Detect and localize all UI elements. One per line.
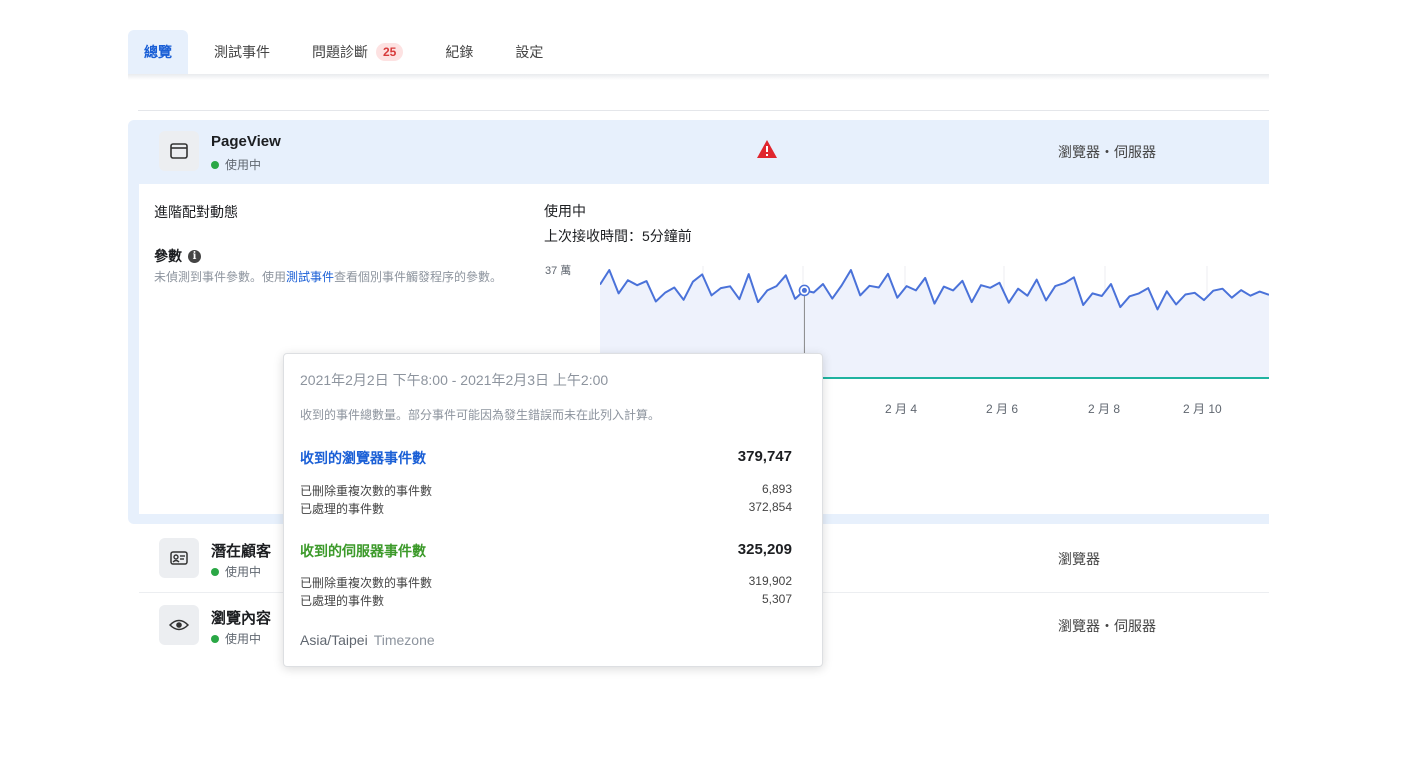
- x-tick-label: 2 月 8: [1088, 402, 1121, 416]
- status-dot-icon: [211, 634, 219, 643]
- tooltip-note: 收到的事件總數量。部分事件可能因為發生錯誤而未在此列入計算。: [300, 408, 661, 422]
- tab-history[interactable]: 紀錄: [429, 30, 489, 74]
- tooltip-date-range: 2021年2月2日 下午8:00 - 2021年2月3日 上午2:00: [300, 372, 609, 388]
- status-label: 使用中: [225, 158, 262, 172]
- parameters-label: 參數: [154, 248, 182, 264]
- tab-test-events[interactable]: 測試事件: [198, 30, 286, 74]
- tab-label: 問題診斷: [312, 44, 368, 60]
- tab-label: 總覽: [144, 44, 172, 60]
- status-label: 使用中: [225, 632, 262, 646]
- tab-label: 紀錄: [445, 44, 474, 60]
- status-dot-icon: [211, 160, 219, 169]
- tab-diagnostics[interactable]: 問題診斷 25: [296, 30, 419, 74]
- server-events-total: 325,209: [737, 541, 792, 558]
- info-icon[interactable]: i: [188, 249, 201, 263]
- x-tick-label: 2 月 4: [885, 402, 918, 416]
- tab-bar: 總覽 測試事件 問題診斷 25 紀錄 設定: [128, 30, 569, 74]
- event-sources: 瀏覽器: [1058, 551, 1100, 567]
- tab-settings[interactable]: 設定: [499, 30, 559, 74]
- browser-events-title: 收到的瀏覽器事件數: [300, 450, 426, 466]
- test-events-link[interactable]: 測試事件: [286, 270, 334, 284]
- tab-bar-shadow: [128, 74, 1269, 80]
- diagnostics-count-badge: 25: [376, 43, 404, 61]
- browser-events-total: 379,747: [737, 448, 792, 465]
- warning-icon[interactable]: [756, 139, 778, 164]
- status-dot-icon: [211, 567, 219, 576]
- advanced-matching-label: 進階配對動態: [154, 204, 238, 220]
- server-dedup-value: 319,902: [748, 574, 792, 588]
- event-status: 使用中: [211, 563, 261, 580]
- event-status: 使用中: [211, 630, 261, 647]
- eye-icon: [159, 605, 199, 645]
- browser-processed-label: 已處理的事件數: [300, 502, 385, 516]
- event-name[interactable]: 瀏覽內容: [211, 607, 271, 628]
- x-tick-label: 2 月 6: [986, 402, 1019, 416]
- browser-hover-point-core: [801, 287, 807, 293]
- tab-label: 設定: [515, 44, 544, 60]
- event-sources: 瀏覽器・伺服器: [1058, 618, 1156, 634]
- status-label: 使用中: [225, 565, 262, 579]
- parameters-heading: 參數 i: [154, 246, 201, 266]
- parameters-description: 未偵測到事件參數。使用測試事件查看個別事件觸發程序的參數。: [154, 268, 524, 287]
- params-desc-suffix: 查看個別事件觸發程序的參數。: [334, 270, 503, 284]
- server-events-title: 收到的伺服器事件數: [300, 543, 426, 559]
- timezone-name: Asia/Taipei: [300, 632, 368, 648]
- divider: [138, 110, 1269, 111]
- browser-processed-value: 372,854: [748, 500, 792, 514]
- chart-tooltip: 2021年2月2日 下午8:00 - 2021年2月3日 上午2:00 收到的事…: [283, 353, 823, 667]
- server-dedup-label: 已刪除重複次數的事件數: [300, 576, 433, 590]
- x-tick-label: 2 月 10: [1183, 402, 1222, 416]
- timezone-text: Asia/Taipei Timezone: [300, 632, 435, 648]
- browser-window-icon: [159, 131, 199, 171]
- tab-label: 測試事件: [214, 44, 270, 60]
- contact-card-icon: [159, 538, 199, 578]
- server-processed-value: 5,307: [761, 592, 792, 606]
- event-status: 使用中: [211, 156, 261, 173]
- event-sources: 瀏覽器・伺服器: [1058, 144, 1156, 160]
- y-axis-top-label: 37 萬: [545, 265, 572, 277]
- chart-status: 使用中: [544, 203, 586, 219]
- server-processed-label: 已處理的事件數: [300, 594, 385, 608]
- browser-dedup-label: 已刪除重複次數的事件數: [300, 484, 433, 498]
- params-desc-prefix: 未偵測到事件參數。使用: [154, 270, 287, 284]
- event-name[interactable]: PageView: [211, 133, 281, 150]
- tab-overview[interactable]: 總覽: [128, 30, 188, 74]
- last-received-text: 上次接收時間：5分鐘前: [544, 228, 692, 244]
- browser-dedup-value: 6,893: [761, 482, 792, 496]
- event-name[interactable]: 潛在顧客: [211, 540, 271, 561]
- timezone-word: Timezone: [373, 632, 435, 648]
